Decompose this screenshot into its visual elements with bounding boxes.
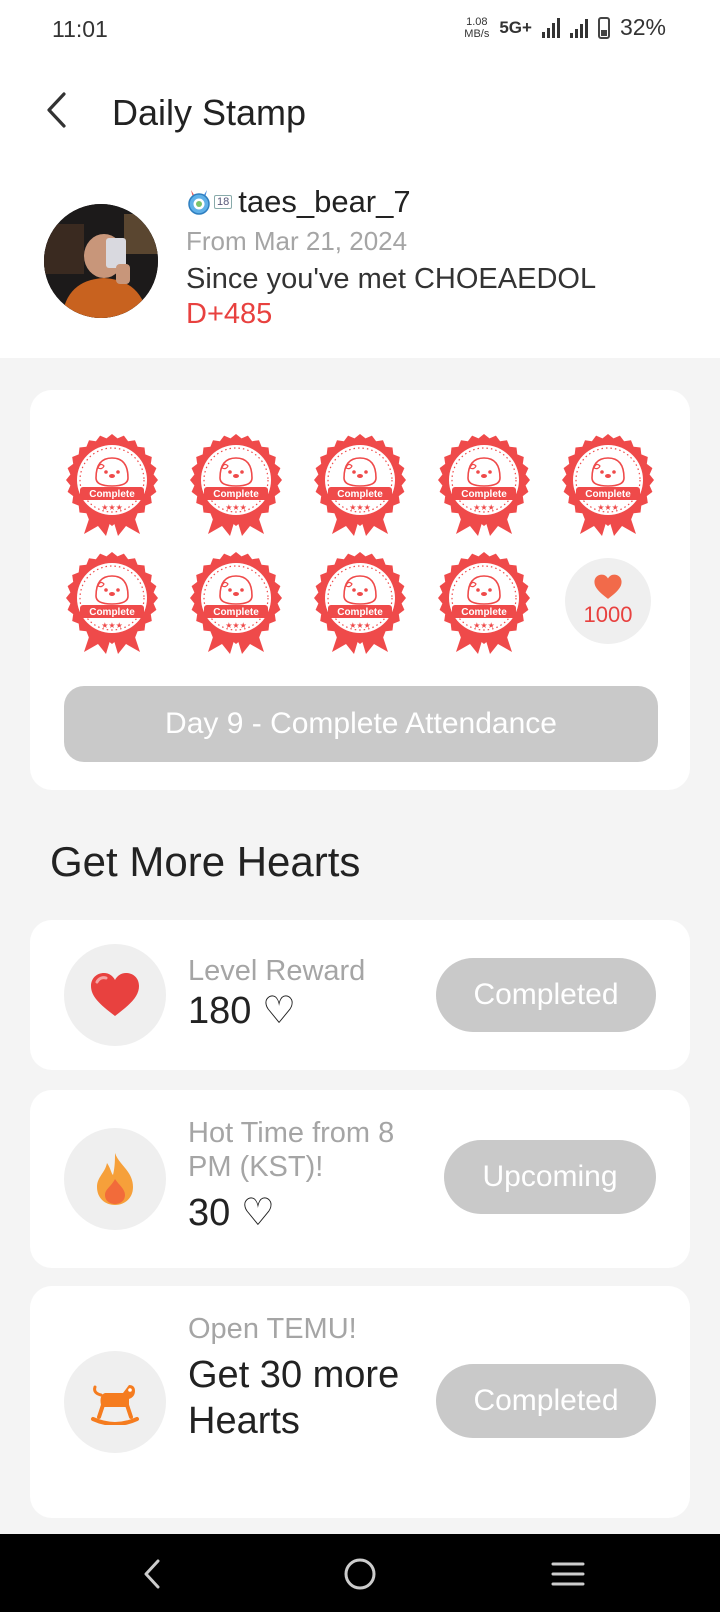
status-bar: 11:01 1.08 MB/s 5G+ 32% bbox=[0, 0, 720, 62]
svg-text:Complete: Complete bbox=[337, 607, 383, 618]
svg-text:★★★: ★★★ bbox=[597, 503, 619, 512]
mission-icon-circle bbox=[64, 944, 166, 1046]
complete-stamp-icon: Complete ★★★ bbox=[66, 552, 158, 654]
complete-stamp-icon: Complete ★★★ bbox=[438, 434, 530, 536]
complete-stamp-icon: Complete ★★★ bbox=[190, 434, 282, 536]
mission-text: Open TEMU! Get 30 more Hearts bbox=[188, 1312, 418, 1444]
username: taes_bear_7 bbox=[238, 184, 411, 219]
svg-text:★★★: ★★★ bbox=[349, 621, 371, 630]
svg-text:Complete: Complete bbox=[213, 489, 259, 500]
nav-menu-button[interactable] bbox=[546, 1552, 590, 1596]
svg-text:★★★: ★★★ bbox=[225, 503, 247, 512]
mission-card-hot-time: Hot Time from 8 PM (KST)! 30 ♡ Upcoming bbox=[30, 1090, 690, 1268]
svg-text:★★★: ★★★ bbox=[349, 503, 371, 512]
level-number: 18 bbox=[214, 195, 233, 209]
heart-icon bbox=[594, 574, 622, 599]
stamp-complete-2: Complete ★★★ bbox=[186, 432, 286, 536]
mission-icon-circle bbox=[64, 1128, 166, 1230]
nav-home-icon bbox=[344, 1558, 376, 1590]
mission-card-level-reward: Level Reward 180 ♡ Completed bbox=[30, 920, 690, 1070]
network-type: 5G+ bbox=[499, 17, 532, 37]
mission-icon-circle bbox=[64, 1351, 166, 1453]
complete-stamp-icon: Complete ★★★ bbox=[66, 434, 158, 536]
complete-stamp-icon: Complete ★★★ bbox=[562, 434, 654, 536]
dday-count: D+485 bbox=[186, 298, 273, 330]
nav-back-icon bbox=[144, 1559, 160, 1589]
level-badge: 18 bbox=[186, 189, 233, 215]
mission-value: 30 ♡ bbox=[188, 1192, 275, 1234]
svg-text:Complete: Complete bbox=[213, 607, 259, 618]
svg-text:Complete: Complete bbox=[89, 607, 135, 618]
chevron-left-icon bbox=[47, 92, 66, 128]
mission-value: Get 30 more Hearts bbox=[188, 1354, 400, 1442]
stamp-complete-3: Complete ★★★ bbox=[310, 432, 410, 536]
complete-stamp-icon: Complete ★★★ bbox=[438, 552, 530, 654]
fire-icon bbox=[97, 1153, 133, 1205]
since-text: Since you've met CHOEAEDOL bbox=[186, 263, 597, 295]
complete-stamp-icon: Complete ★★★ bbox=[314, 434, 406, 536]
avatar-image bbox=[44, 204, 158, 318]
status-time: 11:01 bbox=[52, 16, 108, 42]
section-title: Get More Hearts bbox=[50, 838, 361, 885]
mission-label: Level Reward bbox=[188, 955, 366, 987]
avatar[interactable] bbox=[44, 204, 158, 318]
battery-icon bbox=[597, 16, 610, 39]
signal-icon-2 bbox=[569, 18, 588, 38]
profile-section: 18 taes_bear_7 From Mar 21, 2024 Since y… bbox=[0, 170, 720, 358]
mission-completed-button[interactable]: Completed bbox=[436, 1364, 656, 1438]
svg-text:Complete: Complete bbox=[461, 489, 507, 500]
complete-stamp-icon: Complete ★★★ bbox=[190, 552, 282, 654]
svg-text:★★★: ★★★ bbox=[101, 503, 123, 512]
nav-back-button[interactable] bbox=[130, 1552, 174, 1596]
page-title: Daily Stamp bbox=[112, 92, 307, 133]
stamp-complete-9: Complete ★★★ bbox=[434, 550, 534, 654]
stamp-complete-7: Complete ★★★ bbox=[186, 550, 286, 654]
svg-text:Complete: Complete bbox=[337, 489, 383, 500]
svg-text:★★★: ★★★ bbox=[225, 621, 247, 630]
stamp-complete-4: Complete ★★★ bbox=[434, 432, 534, 536]
profile-info: 18 taes_bear_7 From Mar 21, 2024 Since y… bbox=[186, 184, 596, 331]
mission-label: Open TEMU! bbox=[188, 1313, 357, 1345]
reward-circle: 1000 bbox=[565, 558, 651, 644]
stamp-card: Complete ★★★ Complete ★★★ Complete ★★★ Complet… bbox=[30, 390, 690, 790]
system-nav-bar bbox=[0, 1534, 720, 1612]
attendance-button[interactable]: Day 9 - Complete Attendance bbox=[64, 686, 658, 762]
nav-home-button[interactable] bbox=[338, 1552, 382, 1596]
stamp-complete-5: Complete ★★★ bbox=[558, 432, 658, 536]
mission-value: 180 ♡ bbox=[188, 990, 297, 1032]
status-indicators: 1.08 MB/s 5G+ 32% bbox=[464, 14, 666, 41]
mission-completed-button[interactable]: Completed bbox=[436, 958, 656, 1032]
svg-text:★★★: ★★★ bbox=[101, 621, 123, 630]
mission-text: Hot Time from 8 PM (KST)! 30 ♡ bbox=[188, 1116, 428, 1236]
network-speed: 1.08 MB/s bbox=[464, 15, 490, 40]
svg-text:Complete: Complete bbox=[89, 489, 135, 500]
svg-text:★★★: ★★★ bbox=[473, 621, 495, 630]
nav-menu-icon bbox=[551, 1562, 585, 1586]
start-date: From Mar 21, 2024 bbox=[186, 226, 408, 256]
mission-text: Level Reward 180 ♡ bbox=[188, 954, 365, 1034]
mission-upcoming-button[interactable]: Upcoming bbox=[444, 1140, 656, 1214]
svg-text:Complete: Complete bbox=[461, 607, 507, 618]
stamp-grid: Complete ★★★ Complete ★★★ Complete ★★★ Complet… bbox=[62, 432, 662, 654]
mission-label: Hot Time from 8 PM (KST)! bbox=[188, 1117, 395, 1183]
battery-level: 32% bbox=[619, 14, 666, 40]
signal-icon bbox=[541, 17, 560, 38]
level-medal-icon bbox=[188, 190, 210, 215]
reward-amount: 1000 bbox=[583, 602, 633, 627]
stamp-complete-6: Complete ★★★ bbox=[62, 550, 162, 654]
mission-card-temu: Open TEMU! Get 30 more Hearts Completed bbox=[30, 1286, 690, 1518]
complete-stamp-icon: Complete ★★★ bbox=[314, 552, 406, 654]
stamp-final-reward: 1000 bbox=[558, 550, 658, 654]
svg-text:Complete: Complete bbox=[585, 489, 631, 500]
svg-text:★★★: ★★★ bbox=[473, 503, 495, 512]
heart-icon bbox=[91, 973, 139, 1016]
stamp-complete-8: Complete ★★★ bbox=[310, 550, 410, 654]
rocking-horse-icon bbox=[91, 1385, 139, 1425]
username-row: 18 taes_bear_7 bbox=[186, 184, 596, 220]
stamp-complete-1: Complete ★★★ bbox=[62, 432, 162, 536]
app-header: Daily Stamp bbox=[0, 62, 720, 170]
back-button[interactable] bbox=[36, 90, 76, 130]
